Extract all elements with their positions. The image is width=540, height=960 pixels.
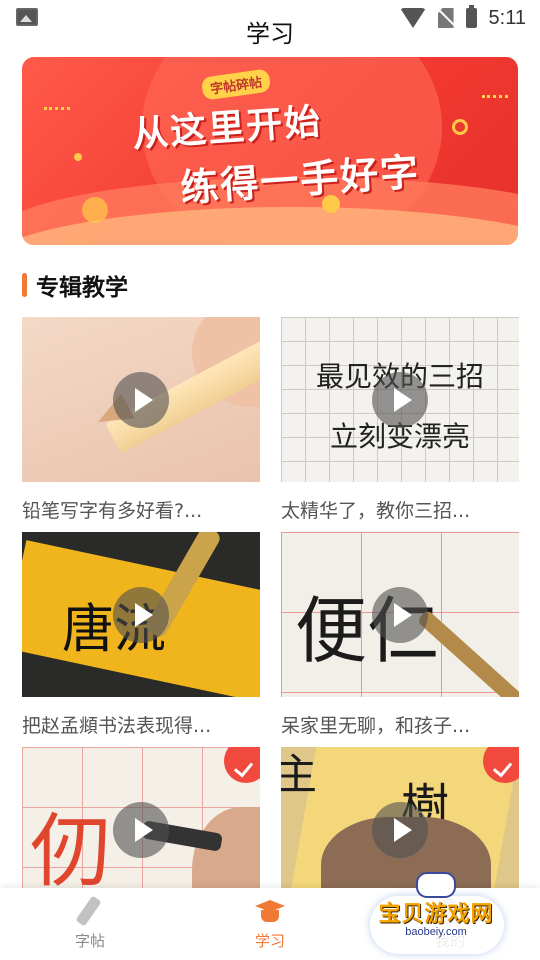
thumb-calligraphy: 仞 [30, 805, 110, 898]
gamepad-icon [416, 872, 456, 898]
video-caption[interactable]: 太精华了，教你三招... [281, 496, 519, 523]
nav-label: 学习 [254, 932, 285, 950]
decor-dot [82, 197, 108, 223]
video-card[interactable]: 便仁 呆家里无聊，和孩子... [281, 532, 519, 738]
decor-zigzag [44, 107, 70, 118]
video-card[interactable]: 唐流 把赵孟頫书法表现得... [22, 532, 260, 738]
watermark-url: baobeiy.com [405, 926, 467, 938]
watermark-title: 宝贝游戏网 [378, 902, 494, 927]
promo-banner[interactable]: 字帖碎帖 从这里开始 练得一手好字 [22, 57, 518, 245]
section-accent-bar [22, 273, 27, 297]
video-caption[interactable]: 呆家里无聊，和孩子... [281, 711, 519, 738]
nav-label: 字帖 [74, 932, 105, 950]
decor-ring [452, 119, 468, 135]
video-caption[interactable]: 铅笔写字有多好看?... [22, 496, 260, 523]
nav-item-copybook[interactable]: 字帖 [30, 896, 150, 951]
play-icon[interactable] [113, 371, 169, 428]
page-title: 学习 [246, 20, 294, 48]
video-card[interactable]: 最见效的三招 立刻变漂亮 太精华了，教你三招... [281, 317, 519, 523]
thumb-calligraphy-edge: 主 [281, 750, 318, 799]
play-icon[interactable] [113, 801, 169, 858]
graduation-cap-icon [255, 896, 285, 926]
video-card[interactable]: 铅笔写字有多好看?... [22, 317, 260, 523]
play-icon[interactable] [372, 586, 428, 643]
video-thumbnail[interactable]: 唐流 [22, 532, 260, 697]
watermark-logo: 宝贝游戏网 baobeiy.com [362, 872, 510, 956]
video-thumbnail[interactable] [22, 317, 260, 482]
video-thumbnail[interactable]: 最见效的三招 立刻变漂亮 [281, 317, 519, 482]
decor-dot [74, 153, 82, 161]
nav-item-study[interactable]: 学习 [210, 896, 330, 951]
pen-icon [75, 896, 105, 926]
play-icon[interactable] [372, 801, 428, 858]
video-thumbnail[interactable]: 便仁 [281, 532, 519, 697]
decor-zigzag [482, 95, 508, 106]
video-caption[interactable]: 把赵孟頫书法表现得... [22, 711, 260, 738]
play-icon[interactable] [372, 371, 428, 428]
play-icon[interactable] [113, 586, 169, 643]
section-header: 专辑教学 [22, 270, 128, 301]
section-title: 专辑教学 [36, 275, 128, 301]
